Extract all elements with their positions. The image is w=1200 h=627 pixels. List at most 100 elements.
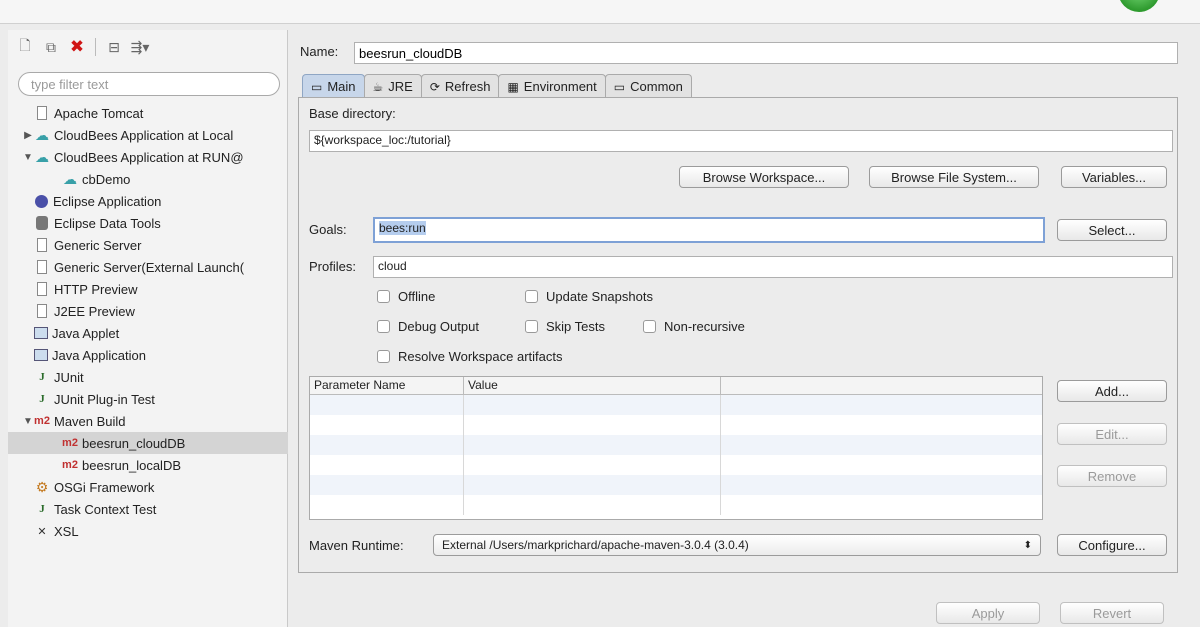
profiles-input[interactable]: cloud bbox=[373, 256, 1173, 278]
updown-arrows-icon: ⬍ bbox=[1023, 539, 1032, 551]
tree-item-label: Apache Tomcat bbox=[54, 105, 144, 121]
osgi-icon: ⚙ bbox=[35, 478, 49, 495]
tree-item-label: Generic Server(External Launch( bbox=[54, 259, 245, 275]
tab-environment[interactable]: ▦ Environment bbox=[498, 74, 606, 98]
junit-icon: J bbox=[39, 393, 45, 405]
resolve-workspace-checkbox[interactable]: Resolve Workspace artifacts bbox=[377, 349, 563, 364]
column-value[interactable]: Value bbox=[464, 377, 721, 394]
java-app-icon bbox=[34, 349, 48, 361]
main-tab-icon: ▭ bbox=[311, 79, 323, 94]
checkbox-box[interactable] bbox=[525, 290, 538, 303]
cloud-icon: ☁ bbox=[63, 170, 77, 187]
skip-tests-checkbox[interactable]: Skip Tests bbox=[525, 319, 605, 334]
add-parameter-button[interactable]: Add... bbox=[1057, 380, 1167, 402]
goals-label: Goals: bbox=[309, 222, 347, 237]
duplicate-config-icon[interactable]: ⧉ bbox=[40, 36, 62, 58]
checkbox-box[interactable] bbox=[525, 320, 538, 333]
tree-item-label: OSGi Framework bbox=[54, 479, 155, 495]
tree-item[interactable]: ☁ cbDemo bbox=[8, 168, 288, 190]
tree-item[interactable]: Generic Server bbox=[8, 234, 288, 256]
tree-item-label: beesrun_cloudDB bbox=[82, 435, 186, 451]
collapsed-arrow-icon[interactable]: ▶ bbox=[22, 130, 34, 141]
tree-item[interactable]: HTTP Preview bbox=[8, 278, 288, 300]
column-parameter-name[interactable]: Parameter Name bbox=[310, 377, 464, 394]
tree-item[interactable]: J2EE Preview bbox=[8, 300, 288, 322]
skip-tests-label: Skip Tests bbox=[546, 319, 606, 334]
tree-item[interactable]: Generic Server(External Launch( bbox=[8, 256, 288, 278]
maven-runtime-select[interactable]: External /Users/markprichard/apache-mave… bbox=[433, 534, 1041, 556]
expanded-arrow-icon[interactable]: ▼ bbox=[22, 416, 34, 427]
document-icon bbox=[37, 238, 47, 252]
checkbox-box[interactable] bbox=[377, 290, 390, 303]
checkbox-box[interactable] bbox=[377, 320, 390, 333]
tree-item[interactable]: Apache Tomcat bbox=[8, 102, 288, 124]
tree-item-label: Java Application bbox=[52, 347, 146, 363]
expanded-arrow-icon[interactable]: ▼ bbox=[22, 152, 34, 163]
table-row[interactable] bbox=[310, 495, 1042, 515]
name-input[interactable] bbox=[354, 42, 1178, 64]
tab-jre[interactable]: ☕ JRE bbox=[363, 74, 422, 98]
tab-label: Common bbox=[630, 79, 683, 94]
checkbox-box[interactable] bbox=[643, 320, 656, 333]
edit-parameter-button[interactable]: Edit... bbox=[1057, 423, 1167, 445]
filter-menu-icon[interactable]: ⇶▾ bbox=[129, 36, 151, 58]
table-row[interactable] bbox=[310, 435, 1042, 455]
browse-file-system-button[interactable]: Browse File System... bbox=[869, 166, 1039, 188]
maven-icon: m2 bbox=[34, 415, 50, 427]
xsl-icon: ✕ bbox=[37, 525, 47, 538]
column-empty bbox=[721, 377, 1042, 394]
checkbox-box[interactable] bbox=[377, 350, 390, 363]
tree-item[interactable]: J Task Context Test bbox=[8, 498, 288, 520]
tab-common[interactable]: ▭ Common bbox=[604, 74, 692, 98]
parameters-table[interactable]: Parameter Name Value bbox=[309, 376, 1043, 520]
offline-checkbox[interactable]: Offline bbox=[377, 289, 435, 304]
tree-item[interactable]: ▼ ☁ CloudBees Application at RUN@ bbox=[8, 146, 288, 168]
browse-workspace-button[interactable]: Browse Workspace... bbox=[679, 166, 849, 188]
tree-item-label: CloudBees Application at Local bbox=[54, 127, 234, 143]
goals-input[interactable]: bees:run bbox=[373, 217, 1045, 243]
base-directory-input[interactable]: ${workspace_loc:/tutorial} bbox=[309, 130, 1173, 152]
tab-refresh[interactable]: ⟳ Refresh bbox=[420, 74, 500, 98]
tree-item[interactable]: Eclipse Data Tools bbox=[8, 212, 288, 234]
select-goals-button[interactable]: Select... bbox=[1057, 219, 1167, 241]
update-snapshots-label: Update Snapshots bbox=[546, 289, 653, 304]
offline-label: Offline bbox=[398, 289, 436, 304]
collapse-all-icon[interactable]: ⊟ bbox=[103, 36, 125, 58]
tree-item[interactable]: m2 beesrun_cloudDB bbox=[8, 432, 288, 454]
configure-runtime-button[interactable]: Configure... bbox=[1057, 534, 1167, 556]
tree-item[interactable]: Java Applet bbox=[8, 322, 288, 344]
non-recursive-checkbox[interactable]: Non-recursive bbox=[643, 319, 745, 334]
tree-item-label: Generic Server bbox=[54, 237, 142, 253]
tree-item[interactable]: Java Application bbox=[8, 344, 288, 366]
filter-input[interactable] bbox=[18, 72, 280, 96]
tab-main[interactable]: ▭ Main bbox=[302, 74, 365, 98]
goals-value: bees:run bbox=[379, 221, 426, 235]
table-row[interactable] bbox=[310, 395, 1042, 415]
apply-button[interactable]: Apply bbox=[936, 602, 1040, 624]
tab-label: Refresh bbox=[444, 79, 491, 94]
delete-config-icon[interactable]: ✖ bbox=[66, 36, 88, 58]
tree-item[interactable]: Eclipse Application bbox=[8, 190, 288, 212]
debug-output-checkbox[interactable]: Debug Output bbox=[377, 319, 479, 334]
variables-button[interactable]: Variables... bbox=[1061, 166, 1167, 188]
remove-parameter-button[interactable]: Remove bbox=[1057, 465, 1167, 487]
table-row[interactable] bbox=[310, 475, 1042, 495]
tree-item-label: Eclipse Data Tools bbox=[54, 215, 161, 231]
tree-item[interactable]: ✕ XSL bbox=[8, 520, 288, 542]
revert-button[interactable]: Revert bbox=[1060, 602, 1164, 624]
tree-item[interactable]: m2 beesrun_localDB bbox=[8, 454, 288, 476]
tree-item[interactable]: J JUnit bbox=[8, 366, 288, 388]
maven-icon: m2 bbox=[62, 437, 78, 449]
tree-item[interactable]: J JUnit Plug-in Test bbox=[8, 388, 288, 410]
environment-icon: ▦ bbox=[507, 79, 519, 94]
maven-runtime-value: External /Users/markprichard/apache-mave… bbox=[442, 538, 749, 552]
tree-item[interactable]: ▼ m2 Maven Build bbox=[8, 410, 288, 432]
tree-item[interactable]: ▶ ☁ CloudBees Application at Local bbox=[8, 124, 288, 146]
table-row[interactable] bbox=[310, 415, 1042, 435]
tree-item-label: CloudBees Application at RUN@ bbox=[54, 149, 244, 165]
update-snapshots-checkbox[interactable]: Update Snapshots bbox=[525, 289, 653, 304]
tree-item[interactable]: ⚙ OSGi Framework bbox=[8, 476, 288, 498]
table-row[interactable] bbox=[310, 455, 1042, 475]
launch-config-tree-pane: 🗋 ⧉ ✖ ⊟ ⇶▾ Apache Tomcat▶☁CloudBees Appl… bbox=[8, 30, 288, 627]
new-config-icon[interactable]: 🗋 bbox=[14, 36, 36, 58]
